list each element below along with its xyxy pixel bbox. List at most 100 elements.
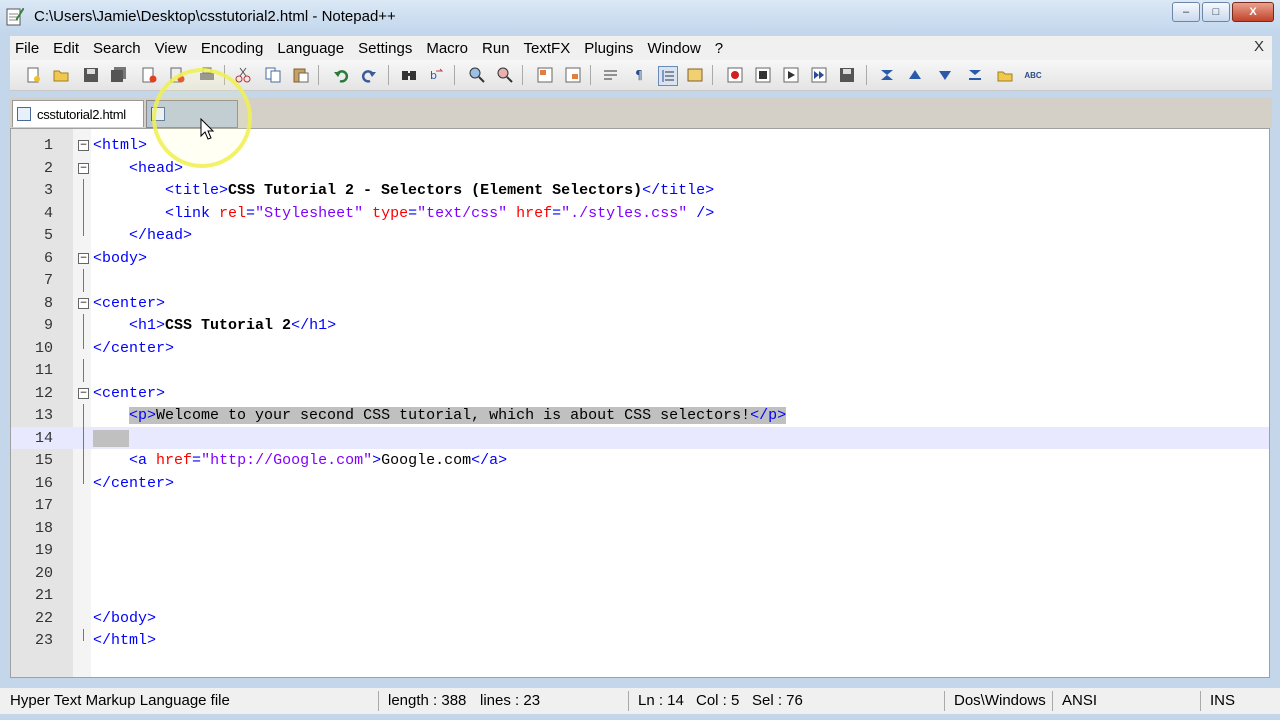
minimize-button[interactable]: – bbox=[1172, 2, 1200, 22]
code-line[interactable]: 16 </center> bbox=[11, 471, 1269, 495]
maximize-button[interactable]: □ bbox=[1202, 2, 1230, 22]
code-token: = bbox=[192, 452, 202, 469]
menu-help[interactable]: ? bbox=[708, 40, 730, 57]
code-line[interactable]: 22 </body> bbox=[11, 607, 1269, 630]
down-icon[interactable] bbox=[936, 66, 954, 84]
undo-icon[interactable] bbox=[332, 66, 350, 84]
code-line[interactable]: 20 bbox=[11, 562, 1269, 585]
wrap-icon[interactable] bbox=[602, 66, 620, 84]
line-number: 6 bbox=[43, 249, 53, 267]
code-token: Google.com bbox=[381, 452, 472, 469]
sync-h-icon[interactable] bbox=[564, 66, 582, 84]
status-selection: Sel : 76 bbox=[752, 692, 803, 709]
code-line[interactable]: 4 <link rel="Stylesheet" type="text/css"… bbox=[11, 201, 1269, 224]
line-number: 3 bbox=[43, 182, 53, 199]
code-line[interactable]: 8 − <center> bbox=[11, 292, 1269, 315]
code-line[interactable]: 10 </center> bbox=[11, 336, 1269, 360]
doc-map-icon[interactable] bbox=[686, 66, 704, 84]
stop-macro-icon[interactable] bbox=[754, 66, 772, 84]
code-line[interactable]: 7 bbox=[11, 269, 1269, 292]
open-icon[interactable] bbox=[52, 66, 70, 84]
code-line[interactable]: 5 </head> bbox=[11, 224, 1269, 247]
menu-window[interactable]: Window bbox=[640, 40, 707, 57]
sync-v-icon[interactable] bbox=[536, 66, 554, 84]
status-length: length : 388 bbox=[388, 692, 467, 709]
menu-encoding[interactable]: Encoding bbox=[194, 40, 271, 57]
code-token: </center> bbox=[93, 339, 175, 357]
zoom-out-icon[interactable] bbox=[496, 66, 514, 84]
menu-textfx[interactable]: TextFX bbox=[517, 40, 578, 57]
line-number: 21 bbox=[34, 587, 53, 604]
play-macro-icon[interactable] bbox=[782, 66, 800, 84]
paste-icon[interactable] bbox=[292, 66, 310, 84]
menu-language[interactable]: Language bbox=[270, 40, 351, 57]
zoom-in-icon[interactable] bbox=[468, 66, 486, 84]
code-line[interactable]: 6 − <body> bbox=[11, 247, 1269, 270]
fold-toggle-icon[interactable]: − bbox=[78, 252, 89, 264]
fold-toggle-icon[interactable]: − bbox=[78, 162, 89, 174]
close-icon[interactable] bbox=[140, 66, 158, 84]
tab-csstutorial2[interactable]: csstutorial2.html bbox=[12, 100, 144, 127]
fold-toggle-icon[interactable]: − bbox=[78, 297, 89, 309]
close-document-button[interactable]: X bbox=[1254, 38, 1264, 55]
code-token: = bbox=[408, 204, 418, 222]
record-macro-icon[interactable] bbox=[726, 66, 744, 84]
fold-toggle-icon[interactable]: − bbox=[78, 387, 89, 399]
copy-icon[interactable] bbox=[264, 66, 282, 84]
code-line-current[interactable]: 14 bbox=[11, 426, 1269, 449]
line-number: 23 bbox=[34, 632, 53, 649]
up-icon[interactable] bbox=[906, 66, 924, 84]
code-line[interactable]: 12 − <center> bbox=[11, 382, 1269, 405]
show-all-chars-icon[interactable]: ¶ bbox=[630, 66, 648, 84]
code-token: type bbox=[363, 204, 409, 222]
menu-search[interactable]: Search bbox=[86, 40, 148, 57]
menu-run[interactable]: Run bbox=[475, 40, 517, 57]
menu-file[interactable]: File bbox=[10, 40, 46, 57]
replace-icon[interactable]: b bbox=[428, 66, 446, 84]
fold-toggle-icon[interactable]: − bbox=[78, 140, 89, 151]
code-token: <a bbox=[129, 452, 157, 469]
sort-icon[interactable] bbox=[966, 66, 984, 84]
code-line[interactable]: 17 bbox=[11, 494, 1269, 517]
line-number: 11 bbox=[34, 362, 53, 379]
code-token: "text/css" bbox=[417, 204, 508, 222]
code-line[interactable]: 9 <h1>CSS Tutorial 2</h1> bbox=[11, 314, 1269, 337]
code-line[interactable]: 15 <a href="http://Google.com">Google.co… bbox=[11, 449, 1269, 472]
status-bar: Hyper Text Markup Language file length :… bbox=[0, 688, 1280, 714]
code-token: href bbox=[507, 204, 553, 222]
code-token: href bbox=[156, 452, 193, 469]
menu-macro[interactable]: Macro bbox=[419, 40, 475, 57]
folder-icon[interactable] bbox=[996, 66, 1014, 84]
code-line[interactable]: 18 bbox=[11, 517, 1269, 540]
menu-settings[interactable]: Settings bbox=[351, 40, 419, 57]
close-window-button[interactable]: X bbox=[1232, 2, 1274, 22]
code-line[interactable]: 19 bbox=[11, 539, 1269, 562]
save-all-icon[interactable] bbox=[110, 66, 128, 84]
code-token: </html> bbox=[93, 632, 157, 649]
menu-plugins[interactable]: Plugins bbox=[577, 40, 640, 57]
code-token: > bbox=[372, 452, 382, 469]
find-icon[interactable] bbox=[400, 66, 418, 84]
line-number: 1 bbox=[43, 137, 53, 154]
code-line[interactable]: 21 bbox=[11, 584, 1269, 607]
indent-guide-icon[interactable] bbox=[658, 66, 678, 86]
code-editor[interactable]: 1 − <html> 2 − <head> 3 <title>CSS Tutor… bbox=[10, 128, 1270, 678]
code-line[interactable]: 23 </html> bbox=[11, 629, 1269, 652]
status-insert-mode: INS bbox=[1210, 692, 1236, 709]
menu-edit[interactable]: Edit bbox=[46, 40, 86, 57]
trim-icon[interactable] bbox=[878, 66, 896, 84]
spellcheck-icon[interactable]: ABC bbox=[1024, 66, 1042, 84]
save-macro-icon[interactable] bbox=[838, 66, 856, 84]
mouse-cursor-icon bbox=[200, 118, 215, 140]
code-line[interactable]: 13 <p>Welcome to your second CSS tutoria… bbox=[11, 404, 1269, 427]
minimize-icon: – bbox=[1182, 6, 1190, 18]
line-number: 19 bbox=[34, 542, 53, 559]
redo-icon[interactable] bbox=[360, 66, 378, 84]
save-icon[interactable] bbox=[82, 66, 100, 84]
run-macro-multiple-icon[interactable] bbox=[810, 66, 828, 84]
code-line[interactable]: 11 bbox=[11, 359, 1269, 382]
code-line[interactable]: 3 <title>CSS Tutorial 2 - Selectors (Ele… bbox=[11, 179, 1269, 202]
menu-view[interactable]: View bbox=[148, 40, 194, 57]
new-file-icon[interactable] bbox=[24, 66, 42, 84]
svg-text:b: b bbox=[430, 69, 437, 82]
